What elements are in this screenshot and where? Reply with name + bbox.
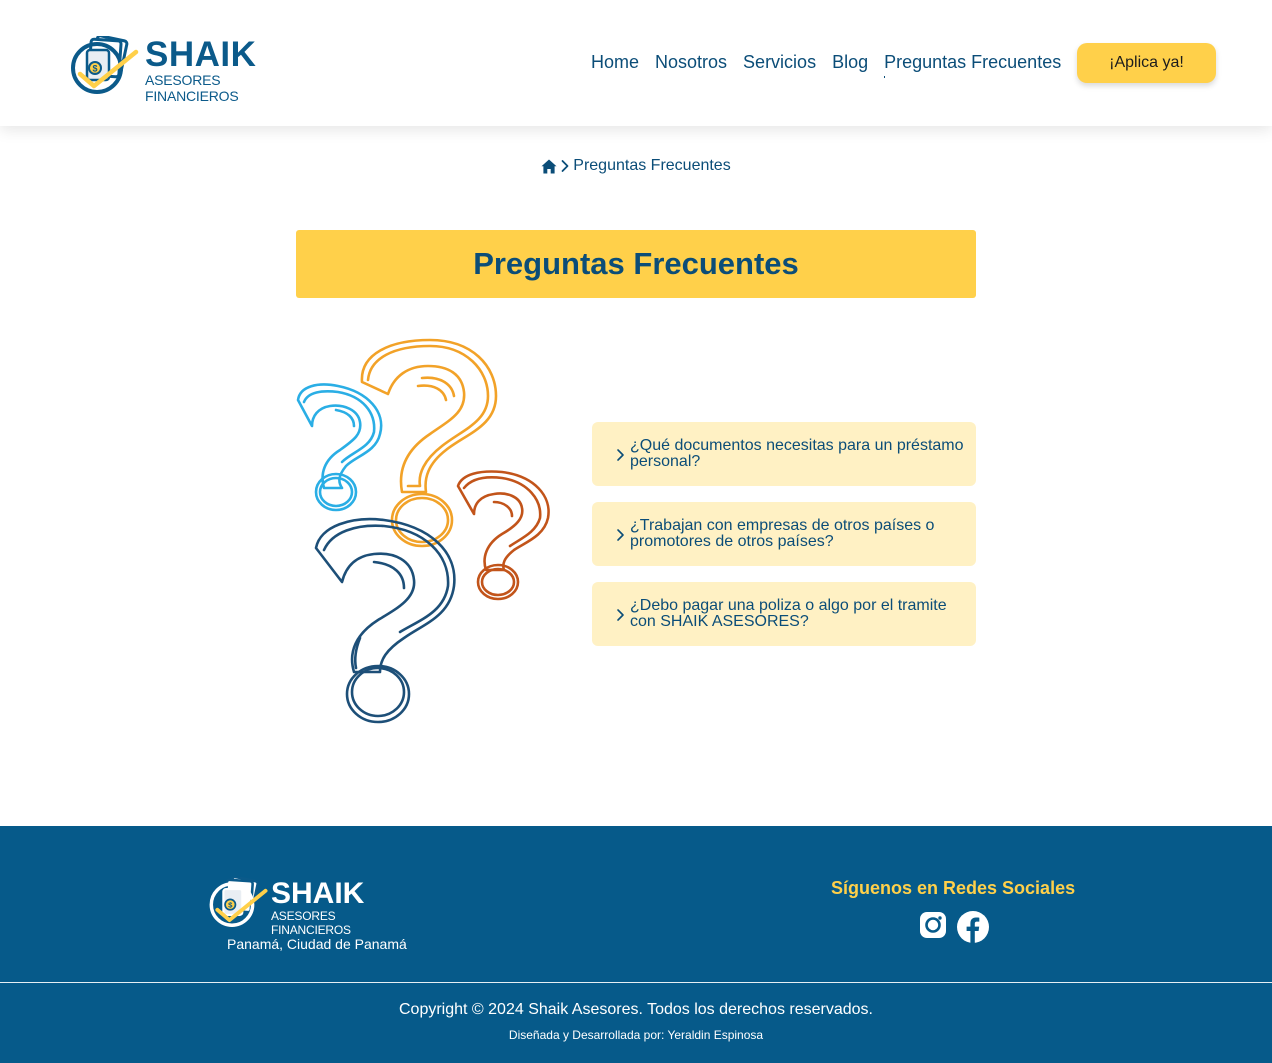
apply-button[interactable]: ¡Aplica ya!: [1077, 43, 1216, 83]
question-mark-light-blue: [296, 383, 383, 512]
faq-item[interactable]: ¿Qué documentos necesitas para un présta…: [592, 422, 976, 486]
nav-home[interactable]: Home: [591, 51, 639, 73]
page-title-banner: Preguntas Frecuentes: [296, 230, 976, 298]
page-title: Preguntas Frecuentes: [473, 246, 799, 281]
footer-location: Panamá, Ciudad de Panamá: [227, 936, 407, 952]
social-icons: [918, 910, 990, 944]
breadcrumb: Preguntas Frecuentes: [0, 157, 1272, 175]
site-footer: $ SHAIK ASESORES FINANCIEROS Panamá, Ciu…: [0, 826, 1272, 1063]
brand-subtitle: ASESORES FINANCIEROS: [145, 72, 239, 104]
faq-item[interactable]: ¿Trabajan con empresas de otros países o…: [592, 502, 976, 566]
question-mark-navy: [314, 517, 456, 724]
chevron-right-icon: [617, 529, 624, 541]
instagram-icon[interactable]: [918, 910, 948, 940]
question-mark-orange: [360, 338, 498, 548]
footer-brand-subtitle: ASESORES FINANCIEROS: [271, 909, 351, 937]
brand-name: SHAIK: [145, 35, 257, 74]
logo-emblem-icon: $: [71, 36, 139, 94]
question-mark-rust: [456, 470, 550, 601]
logo-emblem-icon: $: [209, 877, 268, 927]
credits-text: Diseñada y Desarrollada por: Yeraldin Es…: [508, 1028, 764, 1042]
nav-servicios[interactable]: Servicios: [743, 51, 816, 73]
chevron-right-icon: [617, 449, 624, 461]
chevron-right-icon: [561, 160, 569, 172]
question-marks-illustration: [296, 338, 550, 724]
breadcrumb-current: Preguntas Frecuentes: [573, 157, 731, 174]
nav-blog[interactable]: Blog: [832, 51, 868, 73]
svg-text:$: $: [92, 64, 97, 74]
copyright-text: Copyright © 2024 Shaik Asesores. Todos l…: [399, 1001, 873, 1018]
brand-logo[interactable]: $ SHAIK ASESORES FINANCIEROS: [68, 35, 308, 104]
nav-nosotros[interactable]: Nosotros: [655, 51, 727, 73]
faq-list: ¿Qué documentos necesitas para un présta…: [592, 422, 976, 662]
faq-question: ¿Qué documentos necesitas para un présta…: [630, 437, 964, 470]
chevron-right-icon: [617, 609, 624, 621]
footer-divider: [0, 982, 1272, 983]
main-nav: Home Nosotros Servicios Blog Preguntas F…: [591, 51, 1061, 78]
footer-brand-name: SHAIK: [271, 877, 365, 910]
faq-item[interactable]: ¿Debo pagar una poliza o algo por el tra…: [592, 582, 976, 646]
footer-brand-logo[interactable]: $ SHAIK ASESORES FINANCIEROS: [207, 877, 407, 937]
faq-question: ¿Debo pagar una poliza o algo por el tra…: [630, 597, 947, 630]
home-icon[interactable]: [541, 159, 557, 174]
nav-preguntas-frecuentes[interactable]: Preguntas Frecuentes: [884, 51, 1061, 78]
site-header: $ SHAIK ASESORES FINANCIEROS Home Nosotr…: [0, 0, 1272, 126]
faq-question: ¿Trabajan con empresas de otros países o…: [630, 517, 935, 550]
facebook-icon[interactable]: [956, 910, 990, 944]
svg-text:$: $: [228, 901, 233, 910]
social-title: Síguenos en Redes Sociales: [831, 878, 1076, 898]
